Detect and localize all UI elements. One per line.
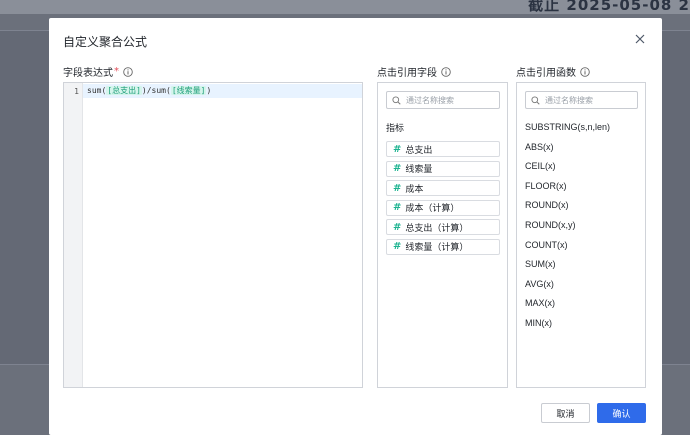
number-field-icon: # xyxy=(393,163,402,174)
group-label-metrics: 指标 xyxy=(386,124,405,134)
close-icon xyxy=(635,34,645,44)
field-search-input[interactable] xyxy=(406,95,496,105)
number-field-icon: # xyxy=(393,221,402,233)
info-icon[interactable] xyxy=(441,66,451,77)
line-number: 1 xyxy=(74,87,79,96)
field-item-label: 总支出 xyxy=(405,145,433,156)
function-item[interactable]: COUNT(x) xyxy=(525,236,610,256)
function-item[interactable]: ROUND(x,y) xyxy=(525,216,610,236)
functions-label: 点击引用函数 xyxy=(516,64,590,79)
info-icon[interactable] xyxy=(123,66,133,77)
field-item-label: 线索量（计算） xyxy=(405,243,469,253)
fields-panel: 指标 # 总支出 # 线索量 # 成本 # 成本（计算） # 总支出（计算） xyxy=(377,82,508,388)
field-item[interactable]: # 总支出（计算） xyxy=(386,219,500,235)
dialog-title: 自定义聚合公式 xyxy=(63,35,148,49)
field-item-label: 线索量 xyxy=(405,165,433,175)
function-item[interactable]: AVG(x) xyxy=(525,275,610,295)
code-suffix: ) xyxy=(206,86,212,95)
backdrop-header-text: 截止 2025-05-08 2 xyxy=(528,0,690,14)
function-item[interactable]: CEIL(x) xyxy=(525,157,610,177)
field-token[interactable]: [总支出] xyxy=(106,86,142,95)
function-item[interactable]: ROUND(x) xyxy=(525,196,610,216)
search-icon xyxy=(531,95,540,105)
field-list: # 总支出 # 线索量 # 成本 # 成本（计算） # 总支出（计算） # 线索… xyxy=(386,141,500,258)
field-item-label: 成本 xyxy=(405,184,424,195)
number-field-icon: # xyxy=(393,182,402,194)
function-item[interactable]: MAX(x) xyxy=(525,294,610,314)
field-item[interactable]: # 总支出 xyxy=(386,141,500,157)
expression-label: 字段表达式 * xyxy=(63,64,133,79)
field-item-label: 成本（计算） xyxy=(405,204,460,214)
field-search-box[interactable] xyxy=(386,91,500,109)
search-icon xyxy=(392,95,401,105)
expression-editor[interactable]: 1 sum([总支出])/sum([线索量]) xyxy=(63,82,363,388)
field-item[interactable]: # 线索量（计算） xyxy=(386,238,500,255)
function-item[interactable]: SUM(x) xyxy=(525,255,610,275)
field-item-label: 总支出（计算） xyxy=(405,223,469,234)
expression-code[interactable]: sum([总支出])/sum([线索量]) xyxy=(87,86,211,96)
function-item[interactable]: FLOOR(x) xyxy=(525,177,610,197)
function-item[interactable]: SUBSTRING(s,n,len) xyxy=(525,118,610,138)
number-field-icon: # xyxy=(393,143,402,155)
number-field-icon: # xyxy=(393,241,402,252)
expression-label-text: 字段表达式 xyxy=(63,68,113,79)
field-item[interactable]: # 成本（计算） xyxy=(386,199,500,216)
function-search-box[interactable] xyxy=(525,91,638,109)
info-icon[interactable] xyxy=(580,66,590,77)
function-item[interactable]: MIN(x) xyxy=(525,314,610,334)
code-middle: )/sum( xyxy=(141,86,171,95)
number-field-icon: # xyxy=(393,202,402,213)
fields-label: 点击引用字段 xyxy=(377,64,451,79)
functions-panel: SUBSTRING(s,n,len) ABS(x) CEIL(x) FLOOR(… xyxy=(516,82,646,388)
function-search-input[interactable] xyxy=(545,95,635,105)
cancel-button[interactable]: 取消 xyxy=(541,403,590,423)
function-list: SUBSTRING(s,n,len) ABS(x) CEIL(x) FLOOR(… xyxy=(525,118,610,334)
line-gutter: 1 xyxy=(64,83,83,387)
code-prefix: sum( xyxy=(87,86,107,95)
field-item[interactable]: # 线索量 xyxy=(386,160,500,177)
fields-label-text: 点击引用字段 xyxy=(377,68,437,79)
required-mark: * xyxy=(114,66,119,77)
field-item[interactable]: # 成本 xyxy=(386,180,500,196)
formula-dialog: 自定义聚合公式 字段表达式 * 点击引用字段 点击引用函数 1 sum([总支出… xyxy=(49,18,662,435)
functions-label-text: 点击引用函数 xyxy=(516,68,576,79)
function-item[interactable]: ABS(x) xyxy=(525,138,610,158)
close-button[interactable] xyxy=(633,32,647,46)
field-token[interactable]: [线索量] xyxy=(170,86,207,95)
confirm-button[interactable]: 确认 xyxy=(597,403,646,423)
